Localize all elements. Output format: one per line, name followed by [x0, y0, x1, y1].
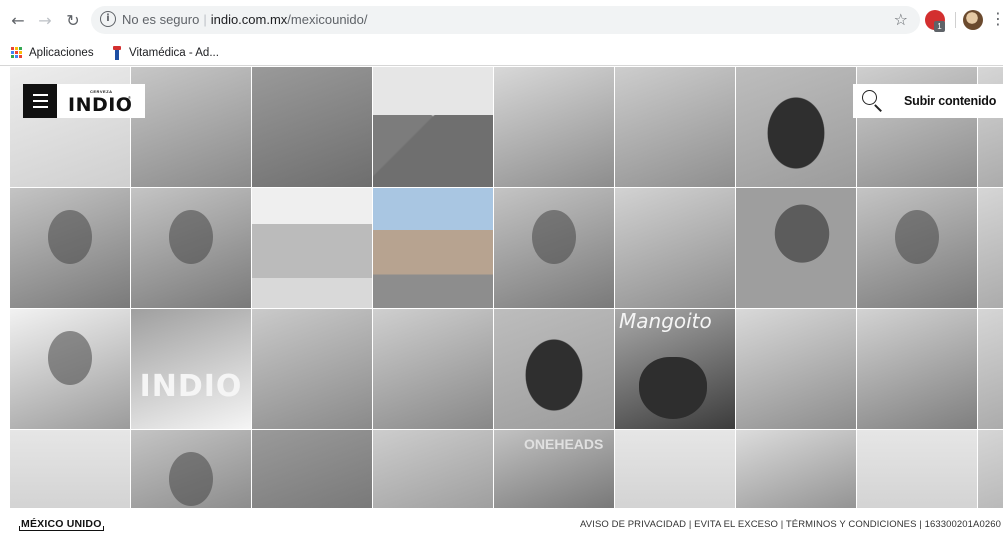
- gallery-photo-tile[interactable]: [736, 309, 856, 429]
- gallery-photo-tile[interactable]: [736, 188, 856, 308]
- gallery-photo-tile[interactable]: [373, 188, 493, 308]
- browser-menu-icon[interactable]: ⋮: [990, 9, 1003, 28]
- tile-indio-wordmark: INDIO: [139, 369, 243, 404]
- gallery-photo-tile[interactable]: Mangoito: [615, 309, 735, 429]
- bookmark-apps[interactable]: Aplicaciones: [11, 44, 94, 62]
- footer-logo[interactable]: MÉXICO UNIDO: [19, 518, 104, 531]
- logo-wordmark: INDIO: [68, 94, 133, 116]
- search-icon: [862, 90, 877, 105]
- info-icon[interactable]: i: [100, 11, 116, 27]
- gallery-photo-tile[interactable]: [615, 67, 735, 187]
- gallery-photo-tile[interactable]: [494, 188, 614, 308]
- url-text[interactable]: No es seguro | indio.com.mx/mexicounido/: [122, 12, 368, 27]
- gallery-photo-tile[interactable]: [857, 430, 977, 508]
- bookmark-label: Aplicaciones: [29, 47, 94, 59]
- security-label: No es seguro: [122, 12, 200, 27]
- photo-gallery-grid: INDIO Mangoito ONEHEADS: [10, 67, 1003, 508]
- gallery-photo-tile[interactable]: [10, 188, 130, 308]
- url-path: /mexicounido/: [287, 12, 368, 27]
- tile-mango-caption: Mangoito: [619, 309, 712, 333]
- tile-figure-shape: [169, 452, 213, 506]
- forward-arrow-icon[interactable]: →: [34, 9, 56, 31]
- gallery-photo-tile[interactable]: [494, 67, 614, 187]
- footer-links[interactable]: AVISO DE PRIVACIDAD | EVITA EL EXCESO | …: [580, 519, 1001, 530]
- url-separator: |: [203, 12, 207, 27]
- gallery-photo-tile[interactable]: [252, 309, 372, 429]
- hamburger-menu-icon[interactable]: [23, 84, 57, 118]
- search-button[interactable]: [853, 84, 893, 118]
- bookmark-vitamedica[interactable]: Vitamédica - Ad...: [111, 44, 219, 62]
- browser-chrome: ← → ↻ i No es seguro | indio.com.mx/mexico…: [0, 0, 1003, 66]
- gallery-photo-tile[interactable]: [131, 67, 251, 187]
- indio-logo[interactable]: CERVEZA INDIO ®: [68, 86, 133, 116]
- back-arrow-icon[interactable]: ←: [7, 9, 29, 31]
- url-host: indio.com.mx: [210, 12, 288, 27]
- gallery-photo-tile[interactable]: [978, 430, 1003, 508]
- gallery-photo-tile[interactable]: [857, 188, 977, 308]
- tile-figure-shape: [169, 210, 213, 264]
- tile-figure-shape: [48, 210, 92, 264]
- gallery-photo-tile[interactable]: [736, 67, 856, 187]
- tile-group-caption: ONEHEADS: [524, 436, 604, 452]
- address-bar[interactable]: i No es seguro | indio.com.mx/mexicounido/…: [91, 6, 920, 34]
- bookmark-label: Vitamédica - Ad...: [129, 47, 219, 59]
- gallery-photo-tile[interactable]: [736, 430, 856, 508]
- tile-figure-shape: [48, 331, 92, 385]
- logo-registered-mark: ®: [128, 95, 131, 100]
- gallery-photo-tile[interactable]: [615, 430, 735, 508]
- tile-mango-shape: [639, 357, 707, 419]
- gallery-photo-tile[interactable]: INDIO: [131, 309, 251, 429]
- search-icon-handle: [874, 104, 882, 112]
- gallery-photo-tile[interactable]: [494, 309, 614, 429]
- extension-badge: 1: [934, 21, 945, 32]
- tile-figure-shape: [895, 210, 939, 264]
- profile-avatar[interactable]: [963, 10, 983, 30]
- gallery-photo-tile[interactable]: [615, 188, 735, 308]
- gallery-photo-tile[interactable]: [373, 67, 493, 187]
- gallery-photo-tile[interactable]: [131, 430, 251, 508]
- bookmark-star-icon[interactable]: ☆: [894, 10, 908, 29]
- toolbar-divider: [955, 12, 956, 28]
- browser-toolbar: ← → ↻ i No es seguro | indio.com.mx/mexico…: [0, 0, 1003, 40]
- gallery-photo-tile[interactable]: [252, 67, 372, 187]
- gallery-photo-tile[interactable]: [252, 188, 372, 308]
- vitamedica-icon: [111, 46, 123, 60]
- gallery-photo-tile[interactable]: [131, 188, 251, 308]
- gallery-photo-tile[interactable]: [10, 309, 130, 429]
- upload-content-button[interactable]: Subir contenido: [893, 84, 1003, 118]
- reload-icon[interactable]: ↻: [62, 9, 84, 31]
- site-footer: MÉXICO UNIDO AVISO DE PRIVACIDAD | EVITA…: [0, 508, 1003, 535]
- page-viewport: INDIO Mangoito ONEHEADS CERVEZA INDIO ® Su…: [0, 67, 1003, 535]
- tile-figure-shape: [532, 210, 576, 264]
- gallery-photo-tile[interactable]: [10, 430, 130, 508]
- gallery-photo-tile[interactable]: [252, 430, 372, 508]
- gallery-photo-tile[interactable]: [373, 309, 493, 429]
- apps-grid-icon: [11, 47, 23, 59]
- gallery-photo-tile[interactable]: [978, 309, 1003, 429]
- site-header-left: CERVEZA INDIO ®: [23, 84, 145, 118]
- gallery-photo-tile[interactable]: ONEHEADS: [494, 430, 614, 508]
- gallery-photo-tile[interactable]: [978, 188, 1003, 308]
- gallery-photo-tile[interactable]: [373, 430, 493, 508]
- gallery-photo-tile[interactable]: [857, 309, 977, 429]
- bookmarks-bar: Aplicaciones Vitamédica - Ad...: [0, 40, 1003, 66]
